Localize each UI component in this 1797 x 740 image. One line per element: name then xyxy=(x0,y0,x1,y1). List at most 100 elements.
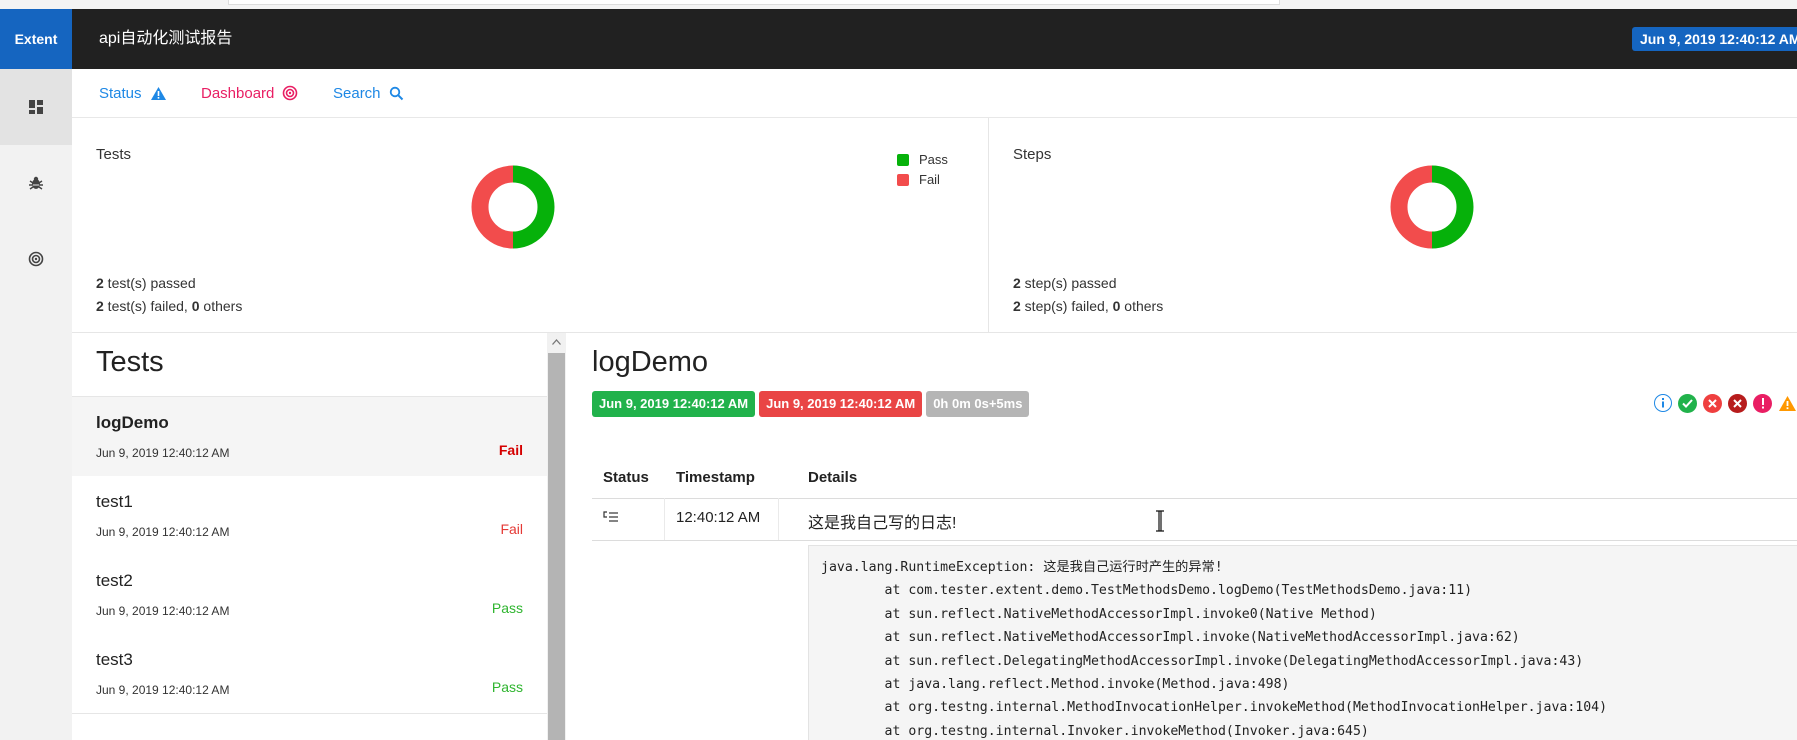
log-table-header: Status Timestamp Details xyxy=(592,459,1797,499)
radar-icon xyxy=(283,85,298,101)
tests-passed-count: 2 xyxy=(96,275,104,291)
pass-icon[interactable] xyxy=(1678,394,1697,413)
legend-fail[interactable]: Fail xyxy=(897,172,948,187)
tests-fail-slice xyxy=(471,165,514,249)
tests-summary-text: 2 test(s) passed 2 test(s) failed, 0 oth… xyxy=(96,272,242,318)
test-list-scrollbar[interactable] xyxy=(547,333,566,740)
sidebar-item-bugs[interactable] xyxy=(0,145,72,221)
duration-badge: 0h 0m 0s+5ms xyxy=(926,391,1030,417)
test-detail-panel: logDemo Jun 9, 2019 12:40:12 AM Jun 9, 2… xyxy=(566,333,1797,740)
report-time-badge: Jun 9, 2019 12:40:12 AM xyxy=(1632,27,1797,51)
test-item-status: Fail xyxy=(500,521,523,537)
stacktrace-text: java.lang.RuntimeException: 这是我自己运行时产生的异… xyxy=(821,560,1608,739)
detail-title: logDemo xyxy=(592,346,709,378)
error-icon[interactable] xyxy=(1753,394,1772,413)
legend-pass-label: Pass xyxy=(919,152,948,167)
col-status: Status xyxy=(603,469,649,486)
test-item-test1[interactable]: test1 Jun 9, 2019 12:40:12 AM Fail xyxy=(72,476,547,556)
column-divider xyxy=(664,498,665,540)
test-item-logdemo[interactable]: logDemo Jun 9, 2019 12:40:12 AM Fail xyxy=(72,397,547,477)
side-navigation xyxy=(0,69,73,740)
tab-status-label: Status xyxy=(99,84,142,102)
legend-pass-swatch xyxy=(897,153,909,166)
tests-others-count: 0 xyxy=(191,298,200,314)
fail-icon[interactable] xyxy=(1703,394,1722,413)
tests-failed-text: test(s) failed, xyxy=(103,298,192,314)
test-item-status: Pass xyxy=(491,600,523,616)
steps-failed-line: 2 step(s) failed, 0 others xyxy=(1013,295,1163,318)
info-icon[interactable] xyxy=(1654,394,1672,412)
report-title: api自动化测试报告 xyxy=(99,30,233,47)
steps-summary-text: 2 step(s) passed 2 step(s) failed, 0 oth… xyxy=(1013,272,1163,318)
dashboard-icon xyxy=(29,100,43,114)
test-item-date: Jun 9, 2019 12:40:12 AM xyxy=(96,446,230,460)
tests-card-title: Tests xyxy=(96,146,132,163)
fatal-icon[interactable] xyxy=(1728,394,1747,413)
tab-status[interactable]: Status xyxy=(99,69,167,117)
tests-passed-text: test(s) passed xyxy=(103,275,196,291)
test-item-name: test2 xyxy=(96,571,133,590)
tab-dashboard[interactable]: Dashboard xyxy=(201,69,298,117)
tests-failed-count: 2 xyxy=(96,298,104,314)
radar-icon xyxy=(28,251,44,267)
brand-logo[interactable]: Extent xyxy=(0,9,72,69)
steps-fail-slice xyxy=(1390,165,1433,249)
tests-legend: Pass Fail xyxy=(897,152,948,192)
steps-passed-count: 2 xyxy=(1013,275,1021,291)
log-table-row: 12:40:12 AM 这是我自己写的日志! xyxy=(592,498,1797,541)
test-item-name: test3 xyxy=(96,650,133,669)
test-list-header: Tests xyxy=(72,333,547,397)
test-item-date: Jun 9, 2019 12:40:12 AM xyxy=(96,604,230,618)
test-item-status: Pass xyxy=(491,679,523,695)
legend-fail-label: Fail xyxy=(919,172,940,187)
log-list-icon xyxy=(603,510,619,528)
sub-navigation: Status Dashboard Search xyxy=(72,69,1797,118)
steps-donut-chart xyxy=(1390,165,1474,249)
col-timestamp: Timestamp xyxy=(676,469,755,486)
scrollbar-thumb[interactable] xyxy=(548,353,565,740)
end-time-badge: Jun 9, 2019 12:40:12 AM xyxy=(759,391,923,417)
test-item-name: logDemo xyxy=(96,413,169,432)
col-details: Details xyxy=(808,469,858,486)
tests-pass-slice xyxy=(512,165,555,249)
bug-icon xyxy=(29,176,43,190)
exception-stacktrace: java.lang.RuntimeException: 这是我自己运行时产生的异… xyxy=(808,545,1797,740)
test-list-title: Tests xyxy=(96,346,164,378)
address-bar-edge xyxy=(228,0,1280,5)
log-timestamp: 12:40:12 AM xyxy=(676,509,761,526)
test-item-test3[interactable]: test3 Jun 9, 2019 12:40:12 AM Pass xyxy=(72,634,547,714)
test-item-name: test1 xyxy=(96,492,133,511)
scroll-up-button[interactable] xyxy=(547,333,566,351)
tests-summary-card: Tests Pass Fail 2 test(s) passed 2 test(… xyxy=(72,118,989,332)
steps-passed-text: step(s) passed xyxy=(1020,275,1117,291)
sidebar-item-dashboard[interactable] xyxy=(0,69,72,145)
test-list-panel: Tests logDemo Jun 9, 2019 12:40:12 AM Fa… xyxy=(72,333,547,740)
test-item-date: Jun 9, 2019 12:40:12 AM xyxy=(96,525,230,539)
test-item-status: Fail xyxy=(498,442,523,458)
log-details: 这是我自己写的日志! xyxy=(808,515,957,532)
detail-badges: Jun 9, 2019 12:40:12 AM Jun 9, 2019 12:4… xyxy=(592,391,1030,417)
legend-pass[interactable]: Pass xyxy=(897,152,948,167)
start-time-badge: Jun 9, 2019 12:40:12 AM xyxy=(592,391,756,417)
steps-failed-count: 2 xyxy=(1013,298,1021,314)
steps-card-title: Steps xyxy=(1013,146,1052,163)
test-item-date: Jun 9, 2019 12:40:12 AM xyxy=(96,683,230,697)
steps-passed-line: 2 step(s) passed xyxy=(1013,272,1163,295)
text-cursor-icon xyxy=(1156,510,1164,532)
warning-icon[interactable] xyxy=(1778,394,1797,413)
steps-others-text: others xyxy=(1120,298,1164,314)
top-header: Extent api自动化测试报告 Jun 9, 2019 12:40:12 A… xyxy=(0,9,1797,69)
browser-top-strip xyxy=(0,0,1797,9)
steps-failed-text: step(s) failed, xyxy=(1020,298,1113,314)
test-item-test2[interactable]: test2 Jun 9, 2019 12:40:12 AM Pass xyxy=(72,555,547,635)
sidebar-item-radar[interactable] xyxy=(0,221,72,297)
column-divider xyxy=(778,498,779,540)
tab-search[interactable]: Search xyxy=(333,69,404,117)
tab-search-label: Search xyxy=(333,84,381,102)
log-status-filters xyxy=(1654,394,1797,413)
chevron-up-icon xyxy=(552,339,561,345)
tests-passed-line: 2 test(s) passed xyxy=(96,272,242,295)
search-icon xyxy=(389,86,403,100)
tests-failed-line: 2 test(s) failed, 0 others xyxy=(96,295,242,318)
tests-others-text: others xyxy=(199,298,243,314)
